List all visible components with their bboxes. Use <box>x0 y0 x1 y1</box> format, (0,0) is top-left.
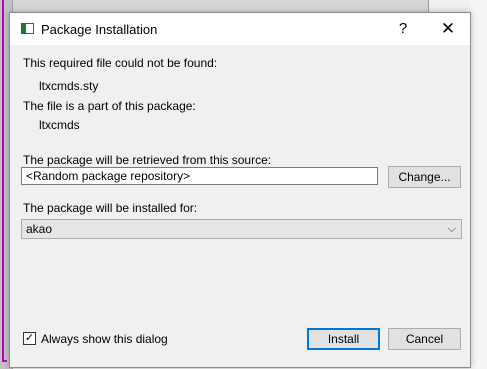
checkmark-icon: ✓ <box>24 332 35 344</box>
source-field[interactable]: <Random package repository> <box>21 167 378 185</box>
title-bar[interactable]: Package Installation ? ✕ <box>10 13 470 45</box>
source-label: The package will be retrieved from this … <box>23 153 272 167</box>
app-icon <box>21 23 34 34</box>
always-show-checkbox[interactable]: ✓ <box>23 332 36 345</box>
always-show-label[interactable]: Always show this dialog <box>41 332 168 346</box>
file-name-value: ltxcmds.sty <box>39 79 99 93</box>
part-of-package-label: The file is a part of this package: <box>23 99 196 113</box>
install-for-select[interactable]: akao ⌵ <box>21 219 462 239</box>
close-icon[interactable]: ✕ <box>430 17 466 41</box>
install-for-value: akao <box>26 222 53 236</box>
cancel-button[interactable]: Cancel <box>388 328 461 350</box>
background-selection-outline <box>2 0 7 362</box>
change-button[interactable]: Change... <box>388 166 461 188</box>
not-found-label: This required file could not be found: <box>23 56 218 70</box>
help-icon[interactable]: ? <box>388 17 418 41</box>
install-button[interactable]: Install <box>307 328 380 350</box>
package-installation-dialog: Package Installation ? ✕ This required f… <box>9 12 471 368</box>
background-panel-right <box>470 0 487 369</box>
dialog-title: Package Installation <box>41 22 158 37</box>
background-panel-top <box>12 0 429 12</box>
chevron-down-icon: ⌵ <box>447 223 456 235</box>
install-for-label: The package will be installed for: <box>23 201 198 215</box>
package-name-value: ltxcmds <box>39 118 80 132</box>
